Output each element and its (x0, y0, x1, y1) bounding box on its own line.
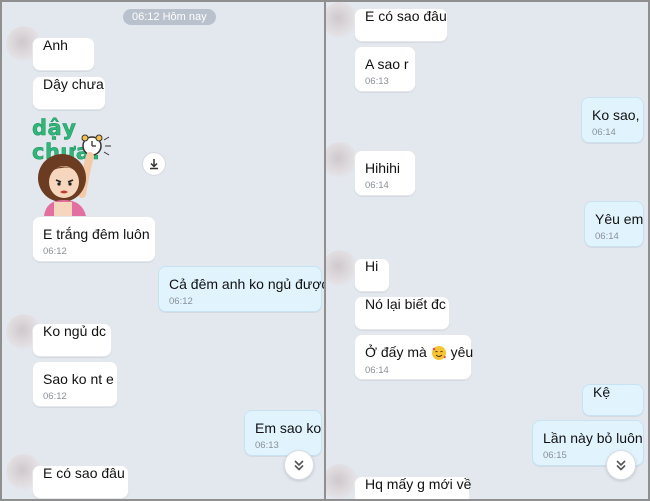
message-outgoing[interactable]: Cả đêm anh ko ngủ được 06:12 (158, 266, 324, 312)
sticker-message[interactable]: dậy chưa? (30, 116, 142, 216)
message-timestamp: 06:13 (255, 440, 279, 451)
message-text: Hi (365, 258, 379, 274)
message-incoming[interactable]: Sao ko nt e 06:12 (32, 361, 118, 407)
message-incoming[interactable]: E trắng đêm luôn 06:12 (32, 216, 156, 262)
message-text: Cả đêm anh ko ngủ được (169, 276, 324, 292)
message-timestamp: 06:12 (43, 246, 67, 257)
double-chevron-down-icon (616, 460, 626, 471)
smiling-face-with-hearts-icon (431, 346, 446, 361)
message-incoming[interactable]: Hihihi 06:14 (354, 150, 416, 196)
message-text: Hq mấy g mới về (365, 476, 472, 492)
message-text: Dậy chưa (43, 76, 104, 92)
message-outgoing[interactable]: Ko sao, 06:14 (581, 97, 644, 143)
date-separator: 06:12 Hôm nay (123, 9, 216, 25)
message-incoming[interactable]: A sao r 06:13 (354, 46, 416, 92)
sticker-girl-alarm-icon (38, 134, 111, 216)
message-text: A sao r (365, 56, 409, 72)
message-text: Sao ko nt e (43, 371, 114, 387)
message-text: E trắng đêm luôn (43, 226, 150, 242)
message-text: Anh (43, 37, 68, 53)
download-button[interactable] (142, 152, 166, 176)
message-incoming[interactable]: Dậy chưa (32, 76, 106, 110)
message-text: Lần này bỏ luôn (543, 430, 643, 446)
message-incoming[interactable]: E có sao đâu (32, 465, 129, 499)
message-incoming[interactable]: Hi (354, 258, 390, 292)
message-timestamp: 06:14 (365, 365, 389, 377)
download-icon (150, 159, 158, 170)
message-incoming[interactable]: Nó lại biết đc (354, 296, 450, 330)
message-text: E có sao đâu (365, 8, 447, 24)
message-text: Ko sao, (592, 107, 640, 123)
message-timestamp: 06:12 (43, 391, 67, 402)
message-incoming[interactable]: Hq mấy g mới về (354, 476, 472, 499)
message-outgoing[interactable]: Em sao ko 06:13 (244, 410, 322, 456)
message-timestamp: 06:12 (169, 296, 193, 307)
scroll-to-bottom-button[interactable] (606, 450, 636, 480)
message-text: Hihihi (365, 160, 401, 176)
message-incoming[interactable]: Anh (32, 37, 95, 71)
message-text: E có sao đâu (43, 465, 125, 481)
double-chevron-down-icon (294, 460, 304, 471)
message-text: Nó lại biết đc (365, 296, 446, 312)
message-text-part: yêu (450, 344, 474, 360)
chat-panel-left[interactable]: 06:12 Hôm nay Anh Dậy chưa dậy chưa? E t… (2, 2, 324, 499)
message-incoming[interactable]: Ko ngủ dc (32, 323, 112, 357)
message-timestamp: 06:13 (365, 76, 389, 87)
message-outgoing[interactable]: Yêu em 06:14 (584, 201, 644, 247)
message-text: Yêu em (595, 211, 644, 227)
message-text: Em sao ko (255, 420, 322, 436)
message-incoming[interactable]: E có sao đâu (354, 8, 448, 42)
message-timestamp: 06:14 (365, 180, 389, 191)
message-timestamp: 06:14 (595, 231, 619, 242)
scroll-to-bottom-button[interactable] (284, 450, 314, 480)
chat-panel-right[interactable]: E có sao đâu A sao r 06:13 Ko sao, 06:14… (326, 2, 648, 499)
message-outgoing[interactable]: Kệ (582, 384, 644, 416)
message-incoming[interactable]: Ở đấy mà yêu 06:14 (354, 334, 473, 380)
message-text: Ở đấy mà yêu (365, 344, 473, 361)
message-text: Ko ngủ dc (43, 323, 107, 339)
message-text-part: Ở đấy mà (365, 344, 427, 360)
message-text: Kệ (593, 384, 611, 400)
message-timestamp: 06:14 (592, 127, 616, 138)
